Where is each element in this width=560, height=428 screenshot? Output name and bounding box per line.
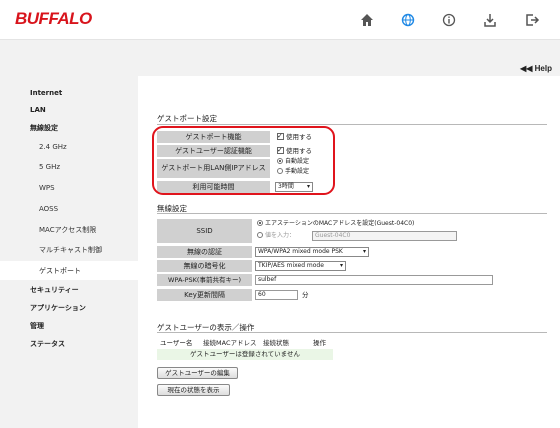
section-divider [157, 332, 547, 333]
sidebar-item-status[interactable]: ステータス [30, 339, 65, 349]
col-mac-address: 接続MACアドレス [203, 339, 257, 347]
guest-port-title: ゲストポート設定 [157, 114, 217, 123]
col-connection-status: 接続状態 [263, 339, 289, 347]
section-divider [157, 124, 547, 125]
guest-users-empty-message: ゲストユーザーは登録されていません [157, 349, 333, 360]
sidebar-item-wireless[interactable]: 無線設定 [30, 123, 58, 133]
buffalo-logo: BUFFALO [15, 9, 92, 28]
edit-guest-users-button[interactable]: ゲストユーザーの編集 [157, 367, 238, 379]
radio-label: エアステーションのMACアドレスを設定(Guest-04C0) [265, 220, 415, 227]
sidebar-item-mac-access[interactable]: MACアクセス制限 [39, 225, 96, 235]
sidebar-item-5ghz[interactable]: 5 GHz [39, 163, 60, 171]
sidebar-item-applications[interactable]: アプリケーション [30, 303, 86, 313]
key-update-input[interactable]: 60 [255, 290, 298, 300]
globe-icon[interactable] [400, 12, 416, 28]
key-update-unit: 分 [302, 291, 309, 299]
info-icon[interactable] [441, 12, 457, 28]
sidebar-item-wps[interactable]: WPS [39, 184, 55, 192]
chevron-down-icon: ▾ [362, 248, 366, 255]
radio-label: 値を入力： [265, 232, 296, 239]
chevron-down-icon: ▾ [339, 262, 343, 269]
section-divider [157, 213, 547, 214]
sidebar-item-lan[interactable]: LAN [30, 106, 46, 114]
ssid-mac-radio[interactable] [257, 220, 263, 226]
ssid-input[interactable]: Guest-04C0 [312, 231, 457, 241]
wpa-psk-input[interactable]: sulbef [255, 275, 493, 285]
help-link[interactable]: ◀◀ Help [520, 64, 552, 73]
wireless-encryption-label: 無線の暗号化 [157, 260, 252, 272]
wireless-auth-label: 無線の認証 [157, 246, 252, 258]
sidebar-item-label: ゲストポート [39, 267, 81, 275]
ssid-input-option[interactable]: 値を入力： [257, 231, 295, 241]
show-status-button[interactable]: 現在の状態を表示 [157, 384, 230, 396]
wireless-auth-select[interactable]: WPA/WPA2 mixed mode PSK ▾ [255, 247, 369, 257]
wpa-psk-label: WPA-PSK(事前共有キー) [157, 274, 252, 286]
ssid-input-radio[interactable] [257, 232, 263, 238]
key-update-label: Key更新間隔 [157, 289, 252, 301]
col-username: ユーザー名 [160, 339, 193, 347]
sidebar-item-security[interactable]: セキュリティー [30, 285, 79, 295]
highlight-annotation [152, 126, 335, 195]
sidebar-item-guest-port[interactable]: ゲストポート [0, 261, 138, 280]
home-icon[interactable] [359, 12, 375, 28]
select-value: WPA/WPA2 mixed mode PSK [258, 248, 343, 255]
col-operation: 操作 [313, 339, 326, 347]
download-icon[interactable] [482, 12, 498, 28]
ssid-label: SSID [157, 219, 252, 243]
top-header: BUFFALO [0, 0, 560, 40]
logout-icon[interactable] [524, 12, 540, 28]
sidebar-item-aoss[interactable]: AOSS [39, 205, 58, 213]
sidebar-item-internet[interactable]: Internet [30, 89, 62, 97]
select-value: TKIP/AES mixed mode [258, 262, 324, 269]
toolbar-band [0, 40, 560, 76]
wireless-encryption-select[interactable]: TKIP/AES mixed mode ▾ [255, 261, 346, 271]
sidebar: Internet LAN 無線設定 2.4 GHz 5 GHz WPS AOSS… [0, 76, 138, 428]
ssid-mac-option[interactable]: エアステーションのMACアドレスを設定(Guest-04C0) [257, 219, 414, 229]
sidebar-item-admin[interactable]: 管理 [30, 321, 44, 331]
sidebar-item-24ghz[interactable]: 2.4 GHz [39, 143, 67, 151]
sidebar-item-multicast[interactable]: マルチキャスト制御 [39, 245, 102, 255]
